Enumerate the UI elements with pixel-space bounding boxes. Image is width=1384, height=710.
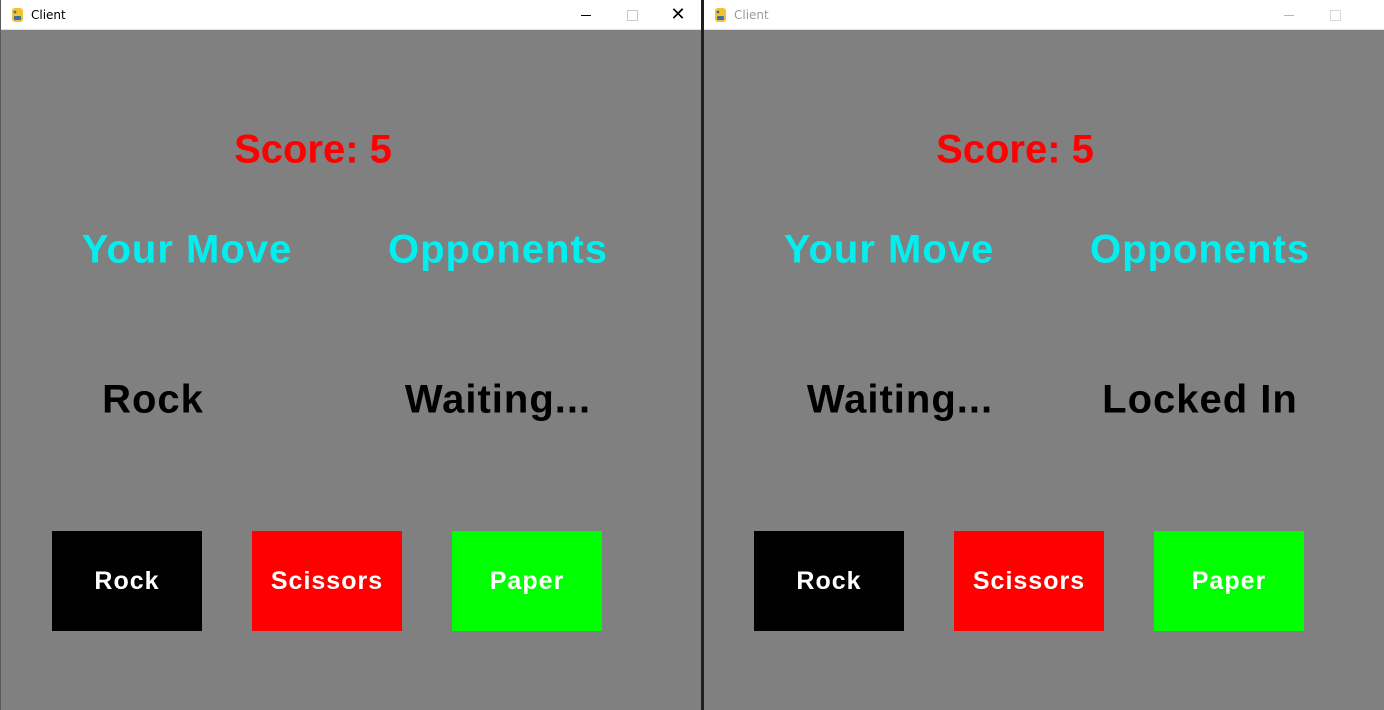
window-title: Client bbox=[734, 8, 769, 22]
maximize-button[interactable] bbox=[1312, 0, 1358, 30]
your-move-heading: Your Move bbox=[81, 227, 293, 272]
opponent-move-value: Waiting... bbox=[404, 377, 592, 422]
scissors-button[interactable]: Scissors bbox=[252, 531, 402, 631]
pygame-snake-icon bbox=[715, 8, 726, 22]
pygame-snake-icon bbox=[12, 8, 23, 22]
close-button[interactable]: ✕ bbox=[655, 0, 701, 30]
scissors-button[interactable]: Scissors bbox=[954, 531, 1104, 631]
score-label: Score: 5 bbox=[936, 127, 1094, 172]
client-window-left: Client ✕ Score: 5 Your Move Opponents Ro… bbox=[0, 0, 701, 710]
title-bar[interactable]: Client bbox=[704, 0, 1384, 30]
paper-button[interactable]: Paper bbox=[452, 531, 602, 631]
your-move-heading: Your Move bbox=[783, 227, 995, 272]
opponents-heading: Opponents bbox=[1089, 227, 1311, 272]
paper-button[interactable]: Paper bbox=[1154, 531, 1304, 631]
maximize-icon bbox=[1329, 9, 1341, 21]
minimize-icon bbox=[1284, 14, 1294, 16]
opponent-move-value: Locked In bbox=[1102, 377, 1298, 422]
client-window-right: Client Score: 5 Your Move Opponents Wait… bbox=[704, 0, 1384, 710]
your-move-value: Rock bbox=[102, 377, 204, 422]
rock-button[interactable]: Rock bbox=[52, 531, 202, 631]
minimize-button[interactable] bbox=[563, 0, 609, 30]
maximize-icon bbox=[626, 9, 638, 21]
rock-button[interactable]: Rock bbox=[754, 531, 904, 631]
score-label: Score: 5 bbox=[234, 127, 392, 172]
minimize-button[interactable] bbox=[1266, 0, 1312, 30]
your-move-value: Waiting... bbox=[806, 377, 994, 422]
maximize-button[interactable] bbox=[609, 0, 655, 30]
window-title: Client bbox=[31, 8, 66, 22]
close-icon: ✕ bbox=[670, 4, 686, 25]
opponents-heading: Opponents bbox=[387, 227, 609, 272]
title-bar[interactable]: Client ✕ bbox=[1, 0, 701, 30]
minimize-icon bbox=[581, 14, 591, 16]
